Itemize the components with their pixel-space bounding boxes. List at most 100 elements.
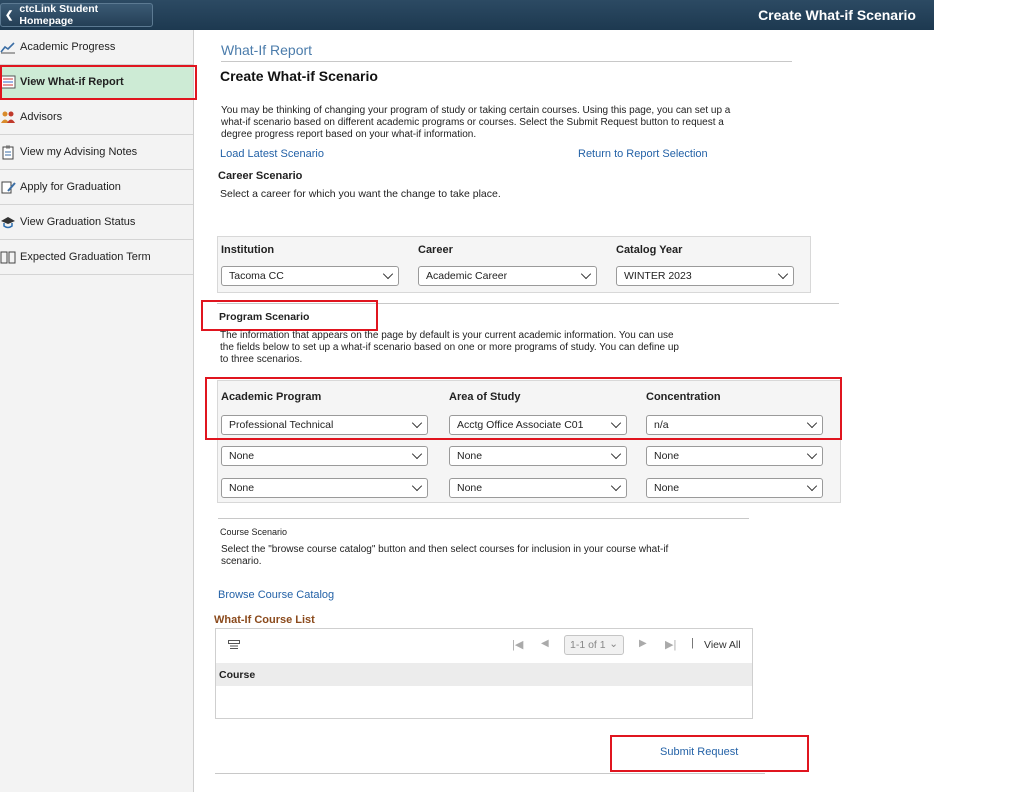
chevron-down-icon [806,448,818,460]
career-scenario-title: Career Scenario [218,170,303,182]
academic-program-select-1[interactable]: Professional Technical [221,415,428,435]
col-header-institution: Institution [221,244,275,256]
bottom-divider [215,773,765,774]
sidebar-item-label: View What-if Report [20,76,124,88]
chevron-left-icon: ❮ [5,9,14,21]
sidebar: Academic Progress View What-if Report Ad… [0,30,194,792]
sidebar-item-label: Advisors [20,111,63,123]
concentration-select-1[interactable]: n/a [646,415,823,435]
view-all-link[interactable]: View All [704,639,741,651]
area-of-study-select-2[interactable]: None [449,446,627,466]
select-value: None [229,450,255,462]
browse-course-catalog-link[interactable]: Browse Course Catalog [218,589,334,601]
pager-select[interactable]: 1-1 of 1 ⌄ [564,635,624,655]
select-value: None [457,482,483,494]
chevron-down-icon [411,448,423,460]
heading-divider [221,61,792,62]
sidebar-item-graduation-status[interactable]: View Graduation Status [0,205,193,240]
home-back-button[interactable]: ❮ ctcLink Student Homepage [0,3,153,27]
return-to-report-selection-link[interactable]: Return to Report Selection [578,148,708,160]
academic-program-select-3[interactable]: None [221,478,428,498]
sidebar-item-label: Expected Graduation Term [20,251,151,263]
chevron-down-icon [806,417,818,429]
select-value: None [654,482,680,494]
career-select[interactable]: Academic Career [418,266,597,286]
program-grid: Academic Program Area of Study Concentra… [217,380,841,503]
catalog-year-select[interactable]: WINTER 2023 [616,266,794,286]
chevron-down-icon: ⌄ [609,638,618,650]
previous-page-icon[interactable]: ◀ [541,638,549,649]
main-content: What-If Report Create What-if Scenario Y… [194,30,1015,792]
col-header-course: Course [219,669,256,681]
select-value: n/a [654,419,669,431]
sidebar-item-label: Academic Progress [20,41,116,53]
intro-text: You may be thinking of changing your pro… [221,105,731,140]
chevron-down-icon [382,268,394,280]
chevron-down-icon [411,417,423,429]
sidebar-item-advisors[interactable]: Advisors [0,100,193,135]
select-value: Professional Technical [229,419,334,431]
col-header-career: Career [418,244,453,256]
select-value: None [654,450,680,462]
page-title: Create What-if Scenario [220,68,378,84]
institution-select[interactable]: Tacoma CC [221,266,399,286]
pager-separator: | [691,637,694,649]
catalog-year-value: WINTER 2023 [624,270,692,282]
course-divider [218,518,749,519]
pager-value: 1-1 of 1 [570,639,606,651]
course-list-title: What-If Course List [214,614,315,626]
program-scenario-title: Program Scenario [219,311,310,323]
sidebar-item-academic-progress[interactable]: Academic Progress [0,30,193,65]
sidebar-item-apply-graduation[interactable]: Apply for Graduation [0,170,193,205]
col-header-academic-program: Academic Program [221,391,322,403]
grad-cap-icon [0,214,16,230]
concentration-select-3[interactable]: None [646,478,823,498]
select-value: None [229,482,255,494]
career-value: Academic Career [426,270,508,282]
program-scenario-desc: The information that appears on the page… [220,330,679,365]
institution-value: Tacoma CC [229,270,284,282]
section-divider [217,303,839,304]
course-scenario-desc: Select the "browse course catalog" butto… [221,544,669,567]
sidebar-item-expected-graduation-term[interactable]: Expected Graduation Term [0,240,193,275]
sidebar-item-label: Apply for Graduation [20,181,121,193]
select-value: Acctg Office Associate C01 [457,419,584,431]
chevron-down-icon [610,448,622,460]
chevron-down-icon [411,480,423,492]
submit-request-button[interactable]: Submit Request [660,746,738,758]
grid-settings-icon[interactable] [228,640,240,653]
sidebar-item-label: View Graduation Status [20,216,136,228]
people-icon [0,109,16,125]
chevron-down-icon [777,268,789,280]
chevron-down-icon [610,417,622,429]
concentration-select-2[interactable]: None [646,446,823,466]
sidebar-item-advising-notes[interactable]: View my Advising Notes [0,135,193,170]
first-page-icon[interactable]: |◀ [512,638,523,651]
select-value: None [457,450,483,462]
sidebar-item-view-whatif-report[interactable]: View What-if Report [0,65,193,100]
chevron-down-icon [580,268,592,280]
course-list-grid: |◀ ◀ 1-1 of 1 ⌄ ▶ ▶| | View All Course [215,628,753,719]
banner-title: Create What-if Scenario [758,7,916,23]
sidebar-item-label: View my Advising Notes [20,146,138,158]
load-latest-scenario-link[interactable]: Load Latest Scenario [220,148,324,160]
chevron-down-icon [610,480,622,492]
col-header-catalog-year: Catalog Year [616,244,683,256]
next-page-icon[interactable]: ▶ [639,638,647,649]
clipboard-icon [0,144,16,160]
chart-line-icon [0,39,16,55]
report-heading: What-If Report [221,42,313,58]
top-banner: ❮ ctcLink Student Homepage Create What-i… [0,0,934,30]
career-scenario-desc: Select a career for which you want the c… [220,188,501,200]
academic-program-select-2[interactable]: None [221,446,428,466]
area-of-study-select-3[interactable]: None [449,478,627,498]
career-grid: Institution Career Catalog Year Tacoma C… [217,236,811,293]
col-header-area-of-study: Area of Study [449,391,521,403]
book-icon [0,249,16,265]
chevron-down-icon [806,480,818,492]
course-scenario-title: Course Scenario [220,527,288,537]
col-header-concentration: Concentration [646,391,721,403]
area-of-study-select-1[interactable]: Acctg Office Associate C01 [449,415,627,435]
last-page-icon[interactable]: ▶| [665,638,676,651]
course-header-row: Course [216,663,752,686]
